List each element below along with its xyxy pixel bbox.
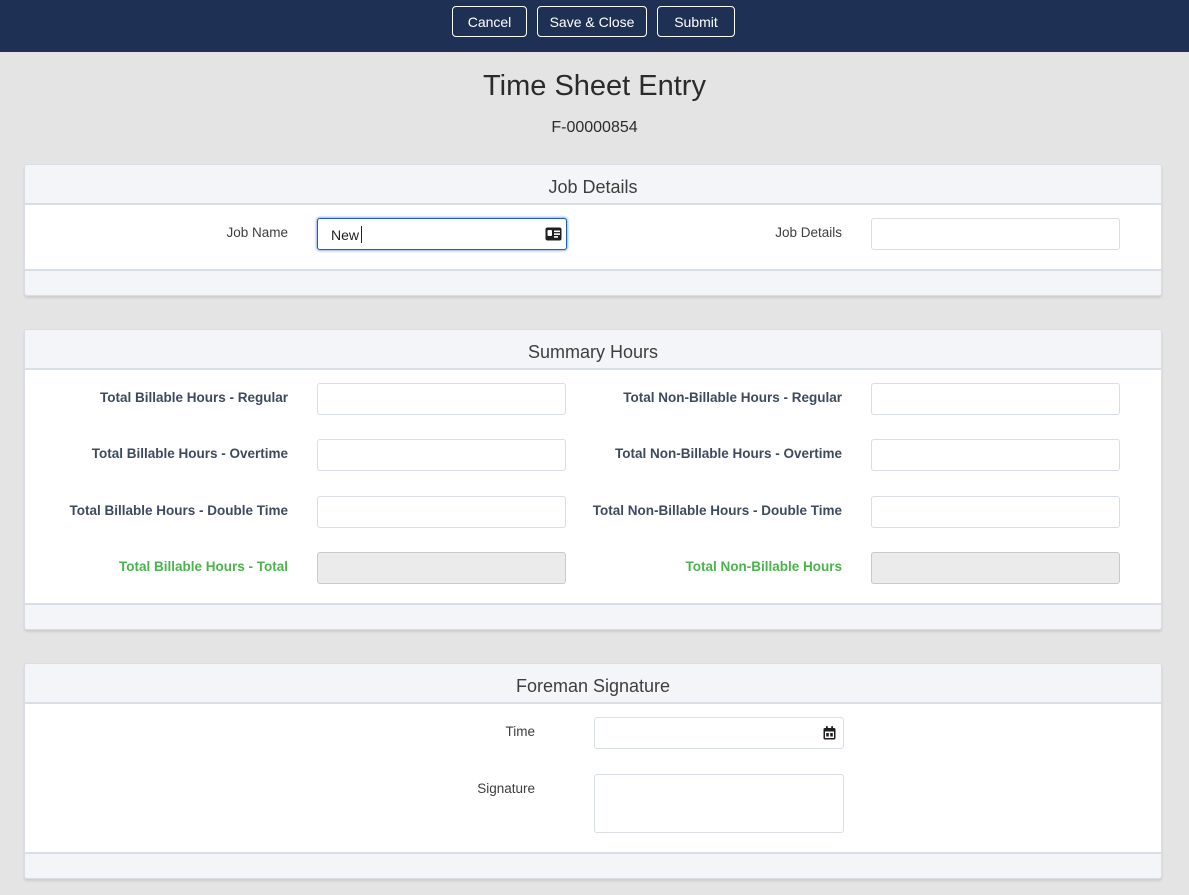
time-label: Time [505,724,536,739]
signature-pad[interactable] [594,774,844,833]
time-input[interactable] [594,717,844,749]
save-close-button[interactable]: Save & Close [537,6,647,37]
nonbillable-regular-input[interactable] [871,383,1120,415]
cancel-button[interactable]: Cancel [452,6,527,37]
billable-regular-label: Total Billable Hours - Regular [99,390,288,405]
nonbillable-regular-label: Total Non-Billable Hours - Regular [623,390,842,405]
job-details-card: Job Details Job Name New Job Details [24,164,1162,296]
summary-hours-card: Summary Hours Total Billable Hours - Reg… [24,329,1162,630]
page-title: Time Sheet Entry [483,70,706,102]
top-action-bar: Cancel Save & Close Submit [0,0,1189,52]
submit-button[interactable]: Submit [657,6,735,37]
nonbillable-total-label: Total Non-Billable Hours [685,559,842,574]
nonbillable-double-label: Total Non-Billable Hours - Double Time [592,503,842,518]
billable-regular-input[interactable] [317,383,566,415]
job-name-label: Job Name [226,225,288,240]
billable-total-label: Total Billable Hours - Total [118,559,288,574]
text-caret [361,226,362,243]
foreman-signature-body: Time Signature [25,704,1161,854]
billable-double-label: Total Billable Hours - Double Time [69,503,288,518]
nonbillable-total-field [871,552,1120,584]
billable-total-field [317,552,566,584]
billable-double-input[interactable] [317,496,566,528]
nonbillable-double-input[interactable] [871,496,1120,528]
foreman-signature-header: Foreman Signature [25,664,1161,704]
job-details-input[interactable] [871,218,1120,250]
foreman-signature-card: Foreman Signature Time Signature [24,663,1162,879]
nonbillable-overtime-input[interactable] [871,439,1120,471]
job-name-input[interactable]: New [317,218,567,250]
job-details-body: Job Name New Job Details [25,205,1161,271]
billable-overtime-label: Total Billable Hours - Overtime [91,446,288,461]
summary-hours-header: Summary Hours [25,330,1161,370]
nonbillable-overtime-label: Total Non-Billable Hours - Overtime [614,446,842,461]
signature-label: Signature [477,781,535,796]
record-id: F-00000854 [551,119,638,136]
calendar-icon[interactable] [823,726,836,740]
contact-card-icon[interactable] [545,227,562,241]
job-details-label: Job Details [775,225,842,240]
job-details-header: Job Details [25,165,1161,205]
summary-hours-body: Total Billable Hours - Regular Total Bil… [25,370,1161,605]
billable-overtime-input[interactable] [317,439,566,471]
job-name-value: New [331,227,360,243]
